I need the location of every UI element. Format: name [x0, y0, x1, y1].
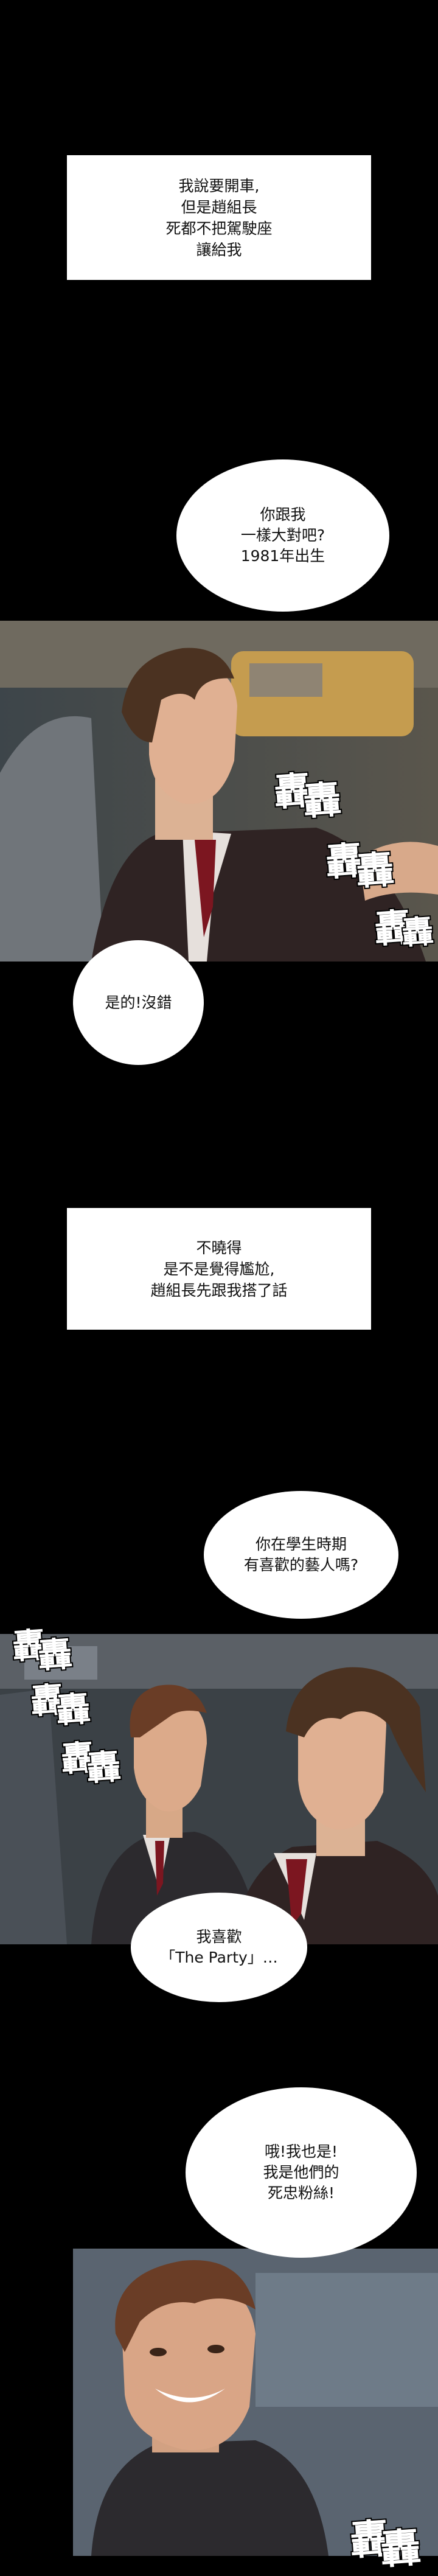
speech-line: 哦!我也是! — [264, 2143, 338, 2160]
narration-box-2: 不曉得 是不是覺得尷尬, 趙組長先跟我搭了話 — [67, 1208, 371, 1330]
narration-line: 不曉得 — [196, 1238, 242, 1257]
speech-line: 我是他們的 — [263, 2163, 339, 2181]
rumble-sfx: 轟 — [301, 776, 342, 825]
narration-box-1: 我說要開車, 但是趙組長 死都不把駕駛座 讓給我 — [67, 155, 371, 280]
narration-line: 讓給我 — [196, 240, 242, 259]
speech-bubble-3: 你在學生時期 有喜歡的藝人嗎? — [204, 1491, 398, 1619]
rumble-sfx: 轟 — [399, 912, 434, 953]
speech-bubble-1: 你跟我 一樣大對吧? 1981年出生 — [176, 459, 389, 612]
narration-line: 我說要開車, — [178, 176, 260, 195]
speech-line: 是的!沒錯 — [105, 993, 172, 1011]
speech-line: 你跟我 — [260, 506, 306, 523]
rumble-sfx: 轟 — [84, 1745, 121, 1790]
speech-line: 一樣大對吧? — [240, 526, 325, 544]
narration-line: 趙組長先跟我搭了話 — [150, 1281, 288, 1299]
narration-line: 但是趙組長 — [181, 198, 257, 216]
speech-line: 你在學生時期 — [255, 1535, 347, 1553]
speech-line: 有喜歡的藝人嗎? — [243, 1556, 359, 1574]
speech-line: 「The Party」… — [160, 1949, 278, 1966]
rumble-sfx: 轟 — [35, 1633, 72, 1678]
comic-panel-driver — [0, 621, 438, 962]
rumble-sfx: 轟 — [54, 1688, 91, 1733]
speech-bubble-2: 是的!沒錯 — [73, 940, 204, 1065]
speech-line: 1981年出生 — [240, 547, 325, 565]
speech-line: 我喜歡 — [196, 1928, 242, 1946]
rumble-sfx: 轟 — [378, 2522, 422, 2575]
speech-bubble-4: 我喜歡 「The Party」… — [131, 1893, 307, 2002]
narration-line: 死都不把駕駛座 — [165, 219, 273, 237]
rumble-sfx: 轟 — [353, 846, 395, 895]
speech-line: 死忠粉絲! — [267, 2184, 335, 2202]
webtoon-strip: 我說要開車, 但是趙組長 死都不把駕駛座 讓給我 你跟我 一樣大對吧? 1981… — [0, 0, 438, 2575]
narration-line: 是不是覺得尷尬, — [163, 1260, 275, 1278]
speech-bubble-5: 哦!我也是! 我是他們的 死忠粉絲! — [186, 2087, 417, 2258]
